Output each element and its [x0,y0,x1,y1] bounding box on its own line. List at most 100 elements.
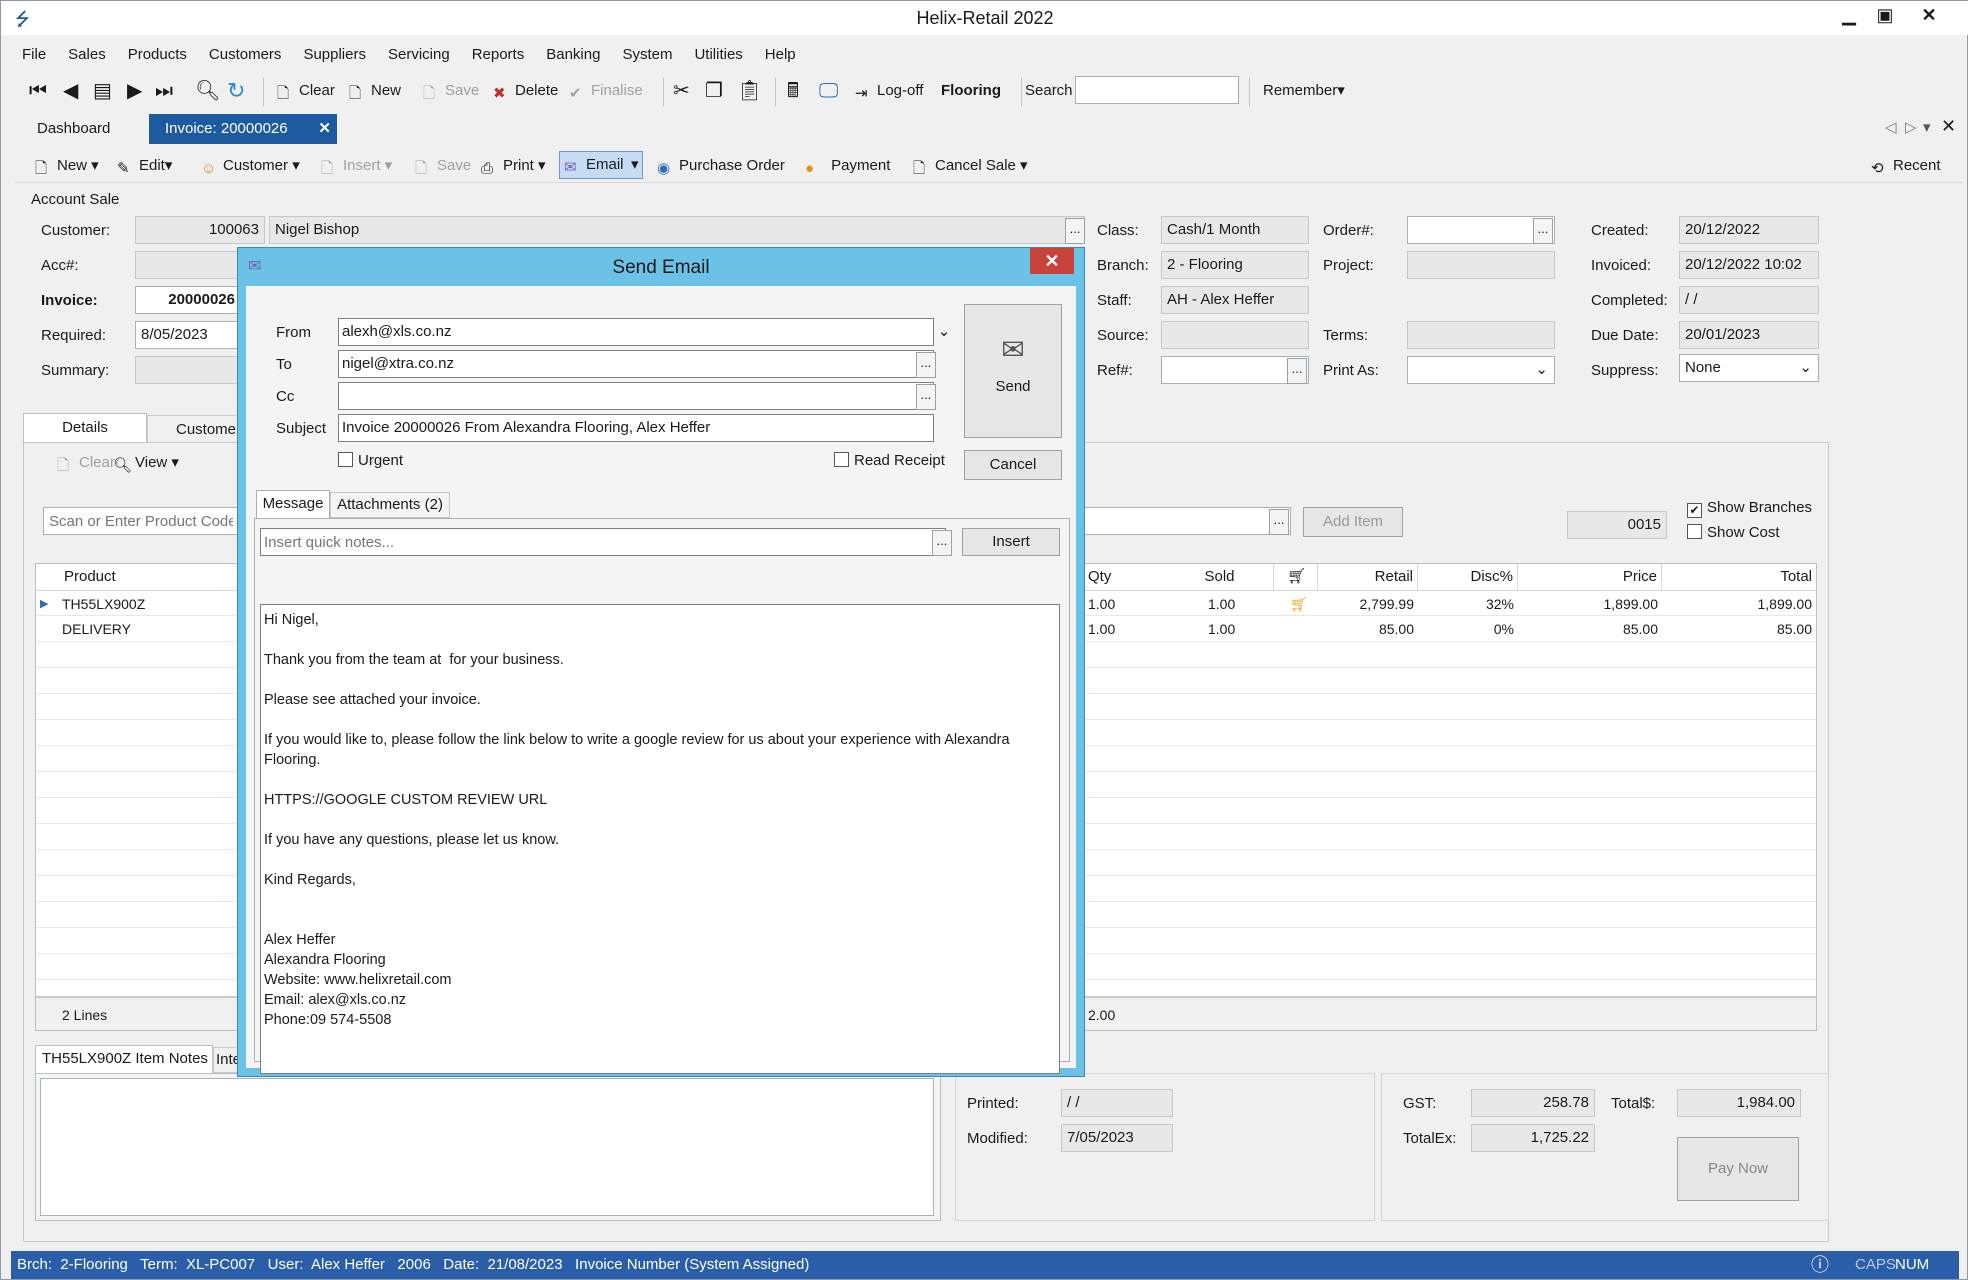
subject-field[interactable]: Invoice 20000026 From Alexandra Flooring… [338,414,934,442]
totalex-field[interactable]: 1,725.22 [1471,1124,1595,1152]
save-invoice-button[interactable]: 🗋 Save [415,154,471,178]
tab-details[interactable]: Details [23,413,147,443]
previous-record-icon[interactable]: ◀ [63,79,78,103]
show-cost-checkbox[interactable]: Show Cost [1687,524,1780,541]
menu-products[interactable]: Products [117,43,198,67]
customer-button[interactable]: ☺ Customer ▾ [201,154,300,178]
from-select[interactable]: alexh@xls.co.nz ⌄ [338,318,950,346]
purchase-order-button[interactable]: ◉ Purchase Order [657,154,785,178]
refresh-icon[interactable]: ↻ [227,79,245,103]
next-record-icon[interactable]: ▶ [127,79,142,103]
list-icon[interactable]: ▤ [93,79,112,103]
column-header-product[interactable]: Product [58,564,258,590]
close-icon[interactable]: ✕ [1911,1,1947,29]
modified-field[interactable]: 7/05/2023 [1061,1124,1173,1152]
menu-customers[interactable]: Customers [198,43,293,67]
paste-icon[interactable]: 📋︎ [737,79,762,103]
summary-field[interactable] [135,356,241,384]
close-tab-icon[interactable]: ✕ [318,114,331,144]
due-date-field[interactable]: 20/01/2023 [1679,321,1819,349]
dialog-close-button[interactable]: ✕ [1030,248,1074,274]
add-item-button[interactable]: Add Item [1303,507,1403,537]
menu-servicing[interactable]: Servicing [377,43,461,67]
menu-utilities[interactable]: Utilities [683,43,753,67]
insert-button[interactable]: Insert [962,528,1060,556]
send-button[interactable]: ✉ Send [964,304,1062,438]
tab-invoice[interactable]: Invoice: 20000026 ✕ [149,114,337,144]
insert-button[interactable]: 🗋 Insert ▾ [321,154,392,178]
remember-dropdown[interactable]: Remember▾ [1263,79,1345,103]
tab-message[interactable]: Message [256,490,330,518]
customer-code-field[interactable]: 100063 [135,216,265,244]
scroll-left-icon[interactable]: ◁ [1885,118,1897,136]
read-receipt-checkbox[interactable]: Read Receipt [834,452,945,469]
invoiced-field[interactable]: 20/12/2022 10:02 [1679,251,1819,279]
code-field[interactable]: 0015 [1567,511,1667,539]
menu-suppliers[interactable]: Suppliers [292,43,377,67]
copy-icon[interactable]: ❐ [705,79,723,103]
print-button[interactable]: ⎙ Print ▾ [481,154,546,178]
terms-field[interactable] [1407,321,1555,349]
delete-button[interactable]: ✖ Delete [493,79,558,103]
column-header-disc[interactable]: Disc% [1418,564,1518,590]
cancel-sale-button[interactable]: 🗋 Cancel Sale ▾ [913,154,1028,178]
total-field[interactable]: 1,984.00 [1677,1089,1801,1117]
menu-banking[interactable]: Banking [535,43,611,67]
product-search-field[interactable] [1081,507,1291,535]
acc-field[interactable] [135,251,241,279]
cc-lookup-button[interactable]: ... [916,384,936,410]
new-invoice-button[interactable]: 🗋 New ▾ [35,154,99,178]
gst-field[interactable]: 258.78 [1471,1089,1595,1117]
printed-field[interactable]: / / [1061,1089,1173,1117]
column-header-retail[interactable]: Retail [1318,564,1418,590]
tab-list-icon[interactable]: ▾ [1923,118,1931,136]
view-button[interactable]: 🔍︎ View ▾ [113,451,179,475]
maximize-icon[interactable]: ▣ [1867,1,1903,29]
branch-field[interactable]: 2 - Flooring [1161,251,1309,279]
payment-button[interactable]: ● Payment [805,154,890,178]
customer-name-field[interactable]: Nigel Bishop [269,216,1085,244]
clear-lines-button[interactable]: 🗋 Clear [57,451,115,475]
scroll-right-icon[interactable]: ▷ [1905,118,1917,136]
completed-field[interactable]: / / [1679,286,1819,314]
project-field[interactable] [1407,251,1555,279]
source-field[interactable] [1161,321,1309,349]
required-field[interactable]: 8/05/2023 [135,321,241,349]
tab-internal-notes[interactable]: Inte [213,1047,239,1073]
search-input[interactable] [1075,76,1239,104]
order-lookup-button[interactable]: ... [1533,218,1553,244]
product-code-input[interactable] [43,507,239,535]
ref-lookup-button[interactable]: ... [1287,358,1307,384]
info-icon[interactable]: ⓘ [1811,1251,1829,1279]
clear-button[interactable]: 🗋 Clear [277,79,335,103]
quick-notes-input[interactable] [260,528,946,556]
cancel-button[interactable]: Cancel [964,450,1062,480]
last-record-icon[interactable]: ⏭ [155,79,173,103]
tab-attachments[interactable]: Attachments (2) [330,492,450,518]
column-header-total[interactable]: Total [1662,564,1816,590]
cut-icon[interactable]: ✂ [673,79,690,103]
tab-customer[interactable]: Customer [147,415,243,443]
class-field[interactable]: Cash/1 Month [1161,216,1309,244]
staff-field[interactable]: AH - Alex Heffer [1161,286,1309,314]
urgent-checkbox[interactable]: Urgent [338,452,403,469]
menu-reports[interactable]: Reports [461,43,536,67]
email-button[interactable]: ✉ Email ▾ [559,151,643,179]
minimize-icon[interactable]: ▁ [1831,1,1867,29]
finalise-button[interactable]: ✔ Finalise [569,79,643,103]
first-record-icon[interactable]: ⏮ [29,79,47,103]
pay-now-button[interactable]: Pay Now [1677,1137,1799,1201]
message-body[interactable]: Hi Nigel, Thank you from the team at for… [260,604,1060,1074]
column-header-price[interactable]: Price [1518,564,1662,590]
tab-dashboard[interactable]: Dashboard [13,114,134,144]
close-all-icon[interactable]: ✕ [1941,116,1956,137]
column-header-qty[interactable]: Qty [1084,564,1174,590]
chevron-down-icon[interactable]: ⌄ [933,319,955,345]
column-header-sold[interactable]: Sold [1166,564,1274,590]
printas-select[interactable]: ⌄ [1407,356,1555,384]
tab-item-notes[interactable]: TH55LX900Z Item Notes [35,1045,213,1073]
save-button[interactable]: 🗋 Save [423,79,479,103]
logoff-button[interactable]: ⇥ Log-off [855,79,923,103]
to-lookup-button[interactable]: ... [916,352,936,378]
new-button[interactable]: 🗋 New [349,79,401,103]
